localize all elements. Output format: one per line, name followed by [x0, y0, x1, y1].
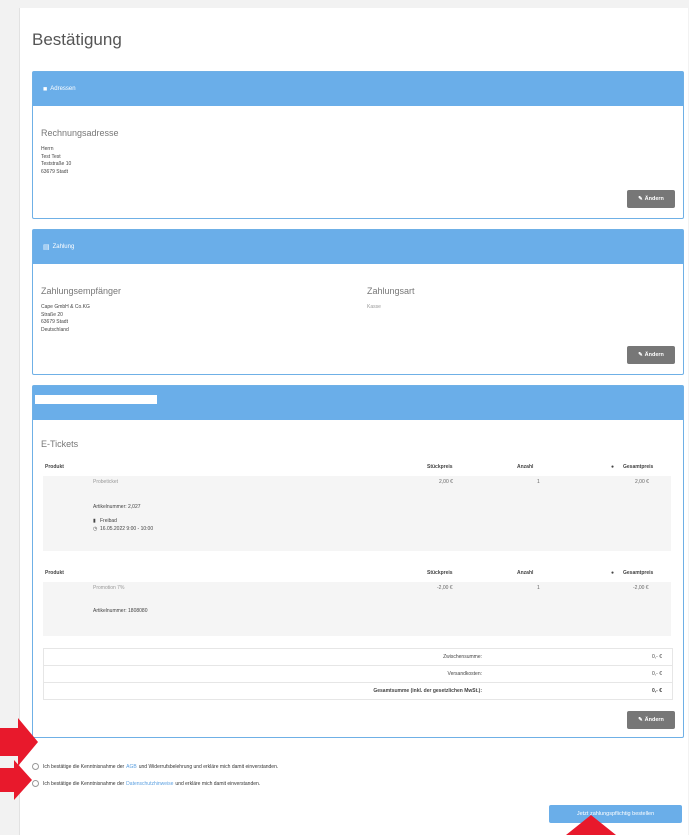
table-header: Produkt Stückpreis Anzahl ● Gesamtpreis: [43, 461, 671, 473]
unit-price: 2,00 €: [439, 479, 453, 485]
quantity: 1: [537, 585, 540, 591]
location-icon: ▮: [93, 518, 96, 524]
table-row: Promotion 7% -2,00 € 1 -2,00 € Artikelnu…: [43, 582, 671, 636]
payment-panel: ▤ Zahlung Zahlungsempfänger Cape GmbH & …: [32, 229, 684, 375]
terms-consent[interactable]: Ich bestätige die Kenntnisnahme der AGB …: [32, 763, 278, 770]
address-line: Test Test: [41, 153, 61, 160]
recipient-line: Cape GmbH & Co.KG: [41, 304, 90, 310]
annotation-arrow-icon: [566, 815, 616, 835]
payment-method-label: Zahlungsart: [367, 286, 415, 296]
product-name: Probeticket: [93, 479, 119, 485]
info-icon: ●: [611, 464, 615, 470]
summary-label: Zwischensumme:: [443, 654, 482, 660]
address-line: Teststraße 10: [41, 161, 72, 167]
address-panel-title: Adressen: [50, 86, 76, 92]
billing-address-label: Rechnungsadresse: [41, 128, 119, 138]
redaction-bar: [35, 395, 157, 404]
address-line: Herrn: [41, 146, 54, 152]
clock-icon: ◷: [93, 526, 98, 532]
subtotal-row: Zwischensumme: 0,- €: [44, 649, 672, 666]
recipient-label: Zahlungsempfänger: [41, 286, 122, 296]
col-qty: Anzahl: [517, 464, 534, 470]
privacy-link[interactable]: Datenschutzhinweise: [126, 781, 173, 787]
annotation-arrow-icon: [0, 760, 32, 800]
time-slot: 16.05.2022 9:00 - 10:00: [100, 526, 154, 532]
privacy-text-before: Ich bestätige die Kenntnisnahme der: [43, 780, 125, 787]
grand-total-row: Gesamtsumme (inkl. der gesetzlichen MwSt…: [44, 683, 672, 699]
terms-text-after: und Widerrufsbelehrung und erkläre mich …: [138, 763, 279, 770]
privacy-consent[interactable]: Ich bestätige die Kenntnisnahme der Date…: [32, 780, 260, 787]
info-icon: ●: [611, 570, 615, 576]
privacy-text-after: und erkläre mich damit einverstanden.: [175, 780, 261, 787]
summary-label: Versandkosten:: [447, 671, 482, 677]
recipient-address: Cape GmbH & Co.KG Straße 20 63679 Stadt …: [41, 304, 90, 334]
edit-label: Ändern: [644, 717, 664, 723]
summary-value: 0,- €: [651, 654, 662, 660]
edit-payment-button[interactable]: ✎ Ändern: [627, 346, 675, 364]
location-name: Freibad: [100, 518, 117, 524]
edit-label: Ändern: [644, 196, 664, 202]
e-tickets-label: E-Tickets: [41, 439, 79, 449]
article-number: Artikelnummer: 1808080: [93, 608, 148, 614]
address-panel-header: ■ Adressen: [33, 72, 683, 106]
recipient-line: Deutschland: [41, 326, 69, 333]
terms-link[interactable]: AGB: [126, 764, 137, 770]
pencil-icon: ✎: [638, 352, 643, 358]
edit-address-button[interactable]: ✎ Ändern: [627, 190, 675, 208]
col-unit-price: Stückpreis: [427, 570, 453, 576]
col-total: Gesamtpreis: [623, 570, 654, 576]
home-icon: ■: [43, 85, 48, 93]
billing-address: Herrn Test Test Teststraße 10 63679 Stad…: [41, 146, 71, 176]
recipient-line: Straße 20: [41, 311, 63, 318]
product-name: Promotion 7%: [93, 585, 125, 591]
table-header: Produkt Stückpreis Anzahl ● Gesamtpreis: [43, 567, 671, 579]
quantity: 1: [537, 479, 540, 485]
summary-value: 0,- €: [651, 671, 662, 677]
payment-method-value: Kasse: [367, 304, 381, 310]
total-price: 2,00 €: [635, 479, 649, 485]
payment-panel-title: Zahlung: [52, 244, 75, 250]
col-qty: Anzahl: [517, 570, 534, 576]
unit-price: -2,00 €: [437, 585, 453, 591]
col-product: Produkt: [45, 464, 64, 470]
col-product: Produkt: [45, 570, 64, 576]
pencil-icon: ✎: [638, 717, 643, 723]
order-panel: E-Tickets Produkt Stückpreis Anzahl ● Ge…: [32, 385, 684, 738]
edit-order-button[interactable]: ✎ Ändern: [627, 711, 675, 729]
table-row: Probeticket 2,00 € 1 2,00 € Artikelnumme…: [43, 476, 671, 551]
terms-text-before: Ich bestätige die Kenntnisnahme der: [43, 763, 125, 770]
total-price: -2,00 €: [633, 585, 649, 591]
payment-panel-header: ▤ Zahlung: [33, 230, 683, 264]
page-title: Bestätigung: [32, 30, 122, 49]
address-panel: ■ Adressen Rechnungsadresse Herrn Test T…: [32, 71, 684, 219]
credit-card-icon: ▤: [43, 244, 50, 251]
recipient-line: 63679 Stadt: [41, 319, 68, 325]
shipping-row: Versandkosten: 0,- €: [44, 666, 672, 683]
address-line: 63679 Stadt: [41, 168, 68, 175]
article-number: Artikelnummer: 2,027: [93, 504, 141, 510]
col-total: Gesamtpreis: [623, 464, 654, 470]
order-summary: Zwischensumme: 0,- € Versandkosten: 0,- …: [43, 648, 673, 700]
pencil-icon: ✎: [638, 196, 643, 202]
col-unit-price: Stückpreis: [427, 464, 453, 470]
summary-label: Gesamtsumme (inkl. der gesetzlichen MwSt…: [373, 688, 482, 694]
summary-value: 0,- €: [651, 688, 662, 694]
edit-label: Ändern: [644, 352, 664, 358]
